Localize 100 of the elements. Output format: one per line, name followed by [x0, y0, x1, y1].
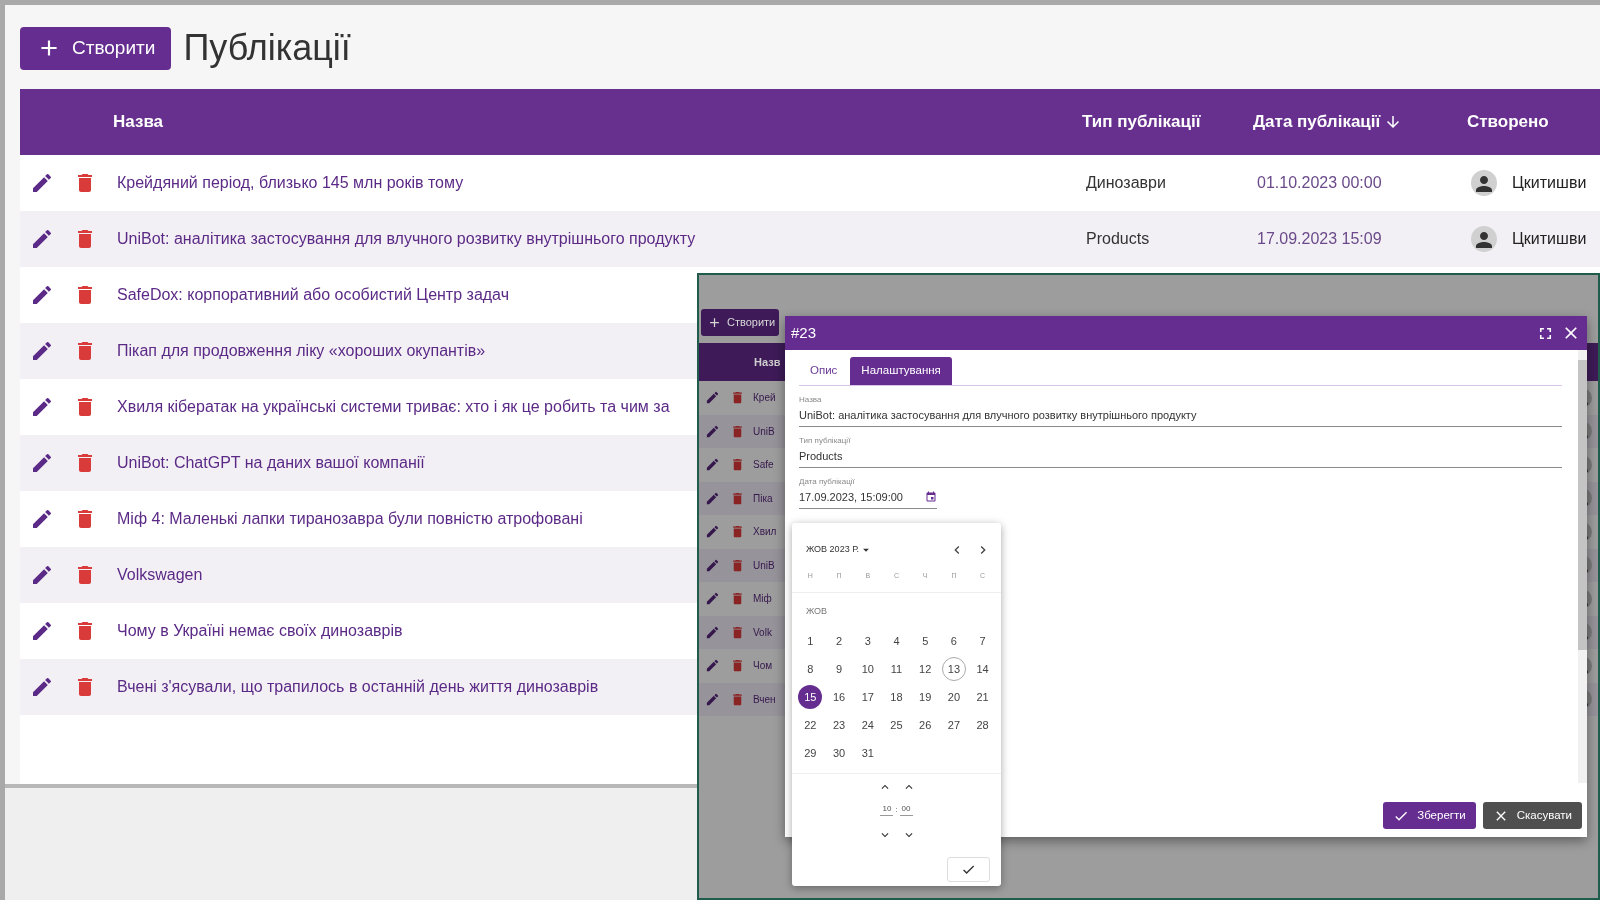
edit-icon[interactable]	[30, 395, 54, 419]
dialog-title: #23	[791, 322, 817, 343]
publication-title[interactable]: Міф 4: Маленькі лапки тиранозавра були повністю атрофовані	[117, 510, 583, 527]
calendar-day[interactable]: 31	[855, 741, 880, 765]
calendar-day[interactable]: 8	[798, 657, 823, 681]
edit-icon[interactable]	[30, 507, 54, 531]
delete-icon	[730, 591, 745, 607]
calendar-day[interactable]: 10	[855, 657, 880, 681]
publication-title[interactable]: Чому в Україні немає своїх динозаврів	[117, 622, 403, 639]
calendar-day[interactable]: 29	[798, 741, 823, 765]
calendar-day[interactable]: 27	[941, 713, 966, 737]
calendar-day[interactable]: 23	[827, 713, 852, 737]
edit-icon[interactable]	[30, 675, 54, 699]
publication-title[interactable]: UniBot: аналітика застосування для влучного розвитку внутрішнього продукту	[117, 230, 696, 247]
publication-title[interactable]: Хвиля кібератак на українські системи триває: хто і як це робить та чим за	[117, 398, 670, 415]
delete-icon	[730, 490, 745, 506]
create-button[interactable]: Створити	[20, 26, 172, 70]
edit-icon	[705, 490, 720, 506]
field-label: Назва	[799, 395, 822, 404]
tab[interactable]: Налаштування	[850, 357, 952, 385]
edit-icon[interactable]	[30, 227, 54, 251]
calendar-day[interactable]: 17	[855, 685, 880, 709]
save-button[interactable]: Зберегти	[1383, 802, 1476, 829]
month-label: ЖОВ	[806, 606, 828, 616]
edit-icon	[705, 658, 720, 674]
calendar-day[interactable]: 1	[798, 629, 823, 653]
calendar-day[interactable]: 18	[884, 685, 909, 709]
publication-title[interactable]: Крейдяний період, близько 145 млн років тому	[117, 174, 464, 191]
publication-title: Volk	[753, 625, 772, 640]
calendar-day[interactable]: 30	[827, 741, 852, 765]
column-header[interactable]: Тип публікації	[1082, 109, 1201, 135]
field-label: Тип публікації	[799, 436, 851, 445]
edit-icon	[705, 691, 720, 707]
page-title: Публікації	[183, 26, 351, 70]
calendar-day[interactable]: 15	[798, 685, 823, 709]
publication-title: Крей	[753, 391, 776, 406]
calendar-icon[interactable]	[925, 491, 937, 503]
delete-icon	[730, 557, 745, 573]
author-name: Цкитишви	[1512, 173, 1587, 193]
form-field[interactable]: Назва UniBot: аналітика застосування для влучного розвитку внутрішнього продукту	[799, 395, 1562, 427]
calendar-day[interactable]: 6	[941, 629, 966, 653]
delete-icon	[730, 624, 745, 640]
field-value: Products	[799, 449, 843, 464]
publication-title: UniB	[753, 558, 775, 573]
calendar-day[interactable]: 7	[970, 629, 995, 653]
calendar-day[interactable]: 9	[827, 657, 852, 681]
hour-field[interactable]: 10	[880, 803, 894, 816]
calendar-day[interactable]: 19	[913, 685, 938, 709]
delete-icon	[730, 423, 745, 439]
publication-title[interactable]: Вчені з'ясували, що трапилось в останній день життя динозаврів	[117, 678, 599, 695]
edit-icon	[705, 457, 720, 473]
publication-title: Міф	[753, 592, 772, 607]
calendar-day[interactable]: 24	[855, 713, 880, 737]
cancel-button[interactable]: Скасувати	[1482, 802, 1582, 829]
calendar-day[interactable]: 5	[913, 629, 938, 653]
calendar-day[interactable]: 16	[827, 685, 852, 709]
calendar-day[interactable]: 4	[884, 629, 909, 653]
calendar-day[interactable]: 26	[913, 713, 938, 737]
edit-icon	[705, 624, 720, 640]
type-cell: Динозаври	[1086, 174, 1166, 191]
edit-icon	[705, 390, 720, 406]
publication-title: Хвил	[753, 525, 777, 540]
calendar-day[interactable]: 3	[855, 629, 880, 653]
edit-icon	[705, 423, 720, 439]
edit-icon[interactable]	[30, 339, 54, 363]
create-button[interactable]: Створити	[701, 308, 780, 336]
publication-title[interactable]: Volkswagen	[117, 566, 203, 583]
edit-icon[interactable]	[30, 619, 54, 643]
type-cell: Products	[1086, 230, 1150, 247]
month-year-selector[interactable]: ЖОВ 2023 Р.	[806, 543, 873, 557]
calendar-day[interactable]: 2	[827, 629, 852, 653]
calendar-day[interactable]: 12	[913, 657, 938, 681]
edit-icon[interactable]	[30, 451, 54, 475]
column-header[interactable]: Назва	[113, 109, 164, 135]
edit-icon[interactable]	[30, 283, 54, 307]
date-cell: 01.10.2023 00:00	[1257, 174, 1382, 191]
calendar-day[interactable]: 28	[970, 713, 995, 737]
delete-icon	[730, 691, 745, 707]
column-header[interactable]: Дата публікації	[1253, 109, 1403, 135]
publication-title[interactable]: UniBot: ChatGPT на даних вашої компанії	[117, 454, 425, 471]
field-label: Дата публікації	[799, 477, 855, 486]
calendar-day[interactable]: 25	[884, 713, 909, 737]
minute-field[interactable]: 00	[899, 803, 913, 816]
date-cell: 17.09.2023 15:09	[1257, 230, 1382, 247]
avatar	[1471, 226, 1497, 252]
form-field[interactable]: Дата публікації 17.09.2023, 15:09:00	[799, 477, 937, 509]
field-value: 17.09.2023, 15:09:00	[799, 490, 903, 505]
column-header[interactable]: Створено	[1467, 109, 1549, 135]
calendar-day[interactable]: 20	[941, 685, 966, 709]
publication-title[interactable]: Пікап для продовження ліку «хороших окупантів»	[117, 342, 486, 359]
avatar	[1471, 170, 1497, 196]
calendar-day[interactable]: 11	[884, 657, 909, 681]
edit-icon[interactable]	[30, 171, 54, 195]
column-header: Назв	[754, 354, 781, 370]
calendar-day[interactable]: 14	[970, 657, 995, 681]
edit-icon[interactable]	[30, 563, 54, 587]
form-field[interactable]: Тип публікації Products	[799, 436, 1562, 468]
publication-title[interactable]: SafeDox: корпоративний або особистий Центр задач	[117, 286, 509, 303]
calendar-day[interactable]: 22	[798, 713, 823, 737]
calendar-day[interactable]: 21	[970, 685, 995, 709]
